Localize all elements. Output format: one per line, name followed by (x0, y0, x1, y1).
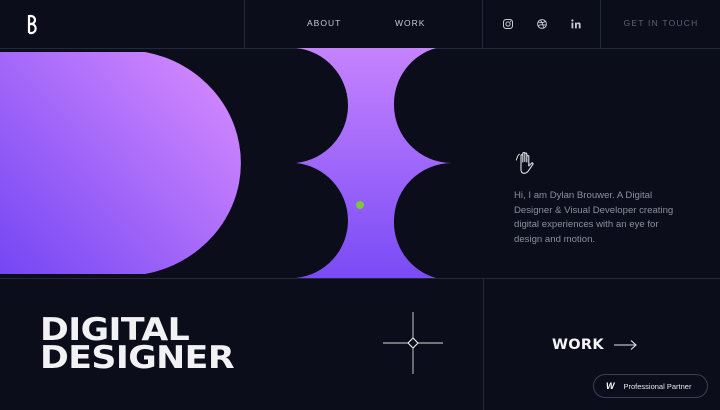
headline: DIGITAL DESIGNER (40, 315, 235, 374)
get-in-touch-link[interactable]: GET IN TOUCH (622, 18, 700, 28)
nav-link-work[interactable]: WORK (395, 18, 425, 28)
dribbble-icon[interactable] (536, 17, 548, 29)
logo[interactable] (20, 12, 42, 36)
d-shape (0, 52, 241, 274)
green-dot (356, 201, 364, 209)
intro-text: Hi, I am Dylan Brouwer. A Digital Design… (514, 190, 674, 245)
hero-artwork (0, 48, 452, 278)
nav-link-about[interactable]: ABOUT (307, 18, 341, 28)
divider (483, 278, 484, 410)
waving-hand-icon (515, 152, 534, 174)
linkedin-icon[interactable] (570, 17, 582, 29)
professional-partner-badge[interactable]: W Professional Partner (593, 374, 708, 398)
headline-line-2: DESIGNER (40, 340, 235, 376)
top-nav: ABOUT WORK GET IN TOUCH (0, 0, 720, 48)
arrow-right-icon (613, 340, 637, 350)
badge-label: Professional Partner (623, 381, 692, 391)
work-label: WORK (552, 337, 604, 353)
work-link[interactable]: WORK (552, 337, 638, 353)
webflow-icon: W (606, 381, 615, 391)
sparkle-icon (383, 312, 443, 374)
instagram-icon[interactable] (502, 17, 514, 29)
divider (0, 278, 720, 279)
hourglass-shape (296, 48, 452, 278)
